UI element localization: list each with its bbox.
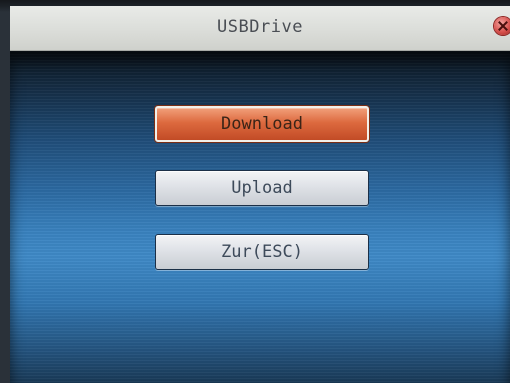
window-title: USBDrive	[217, 17, 303, 37]
back-esc-button[interactable]: Zur(ESC)	[155, 234, 369, 270]
device-screen: USBDrive Download Upload Zur(ESC)	[0, 0, 510, 383]
download-button[interactable]: Download	[155, 106, 369, 142]
title-bar: USBDrive	[10, 6, 510, 51]
upload-button[interactable]: Upload	[155, 170, 369, 206]
close-icon[interactable]	[494, 17, 510, 35]
menu-panel: Download Upload Zur(ESC)	[10, 51, 510, 383]
